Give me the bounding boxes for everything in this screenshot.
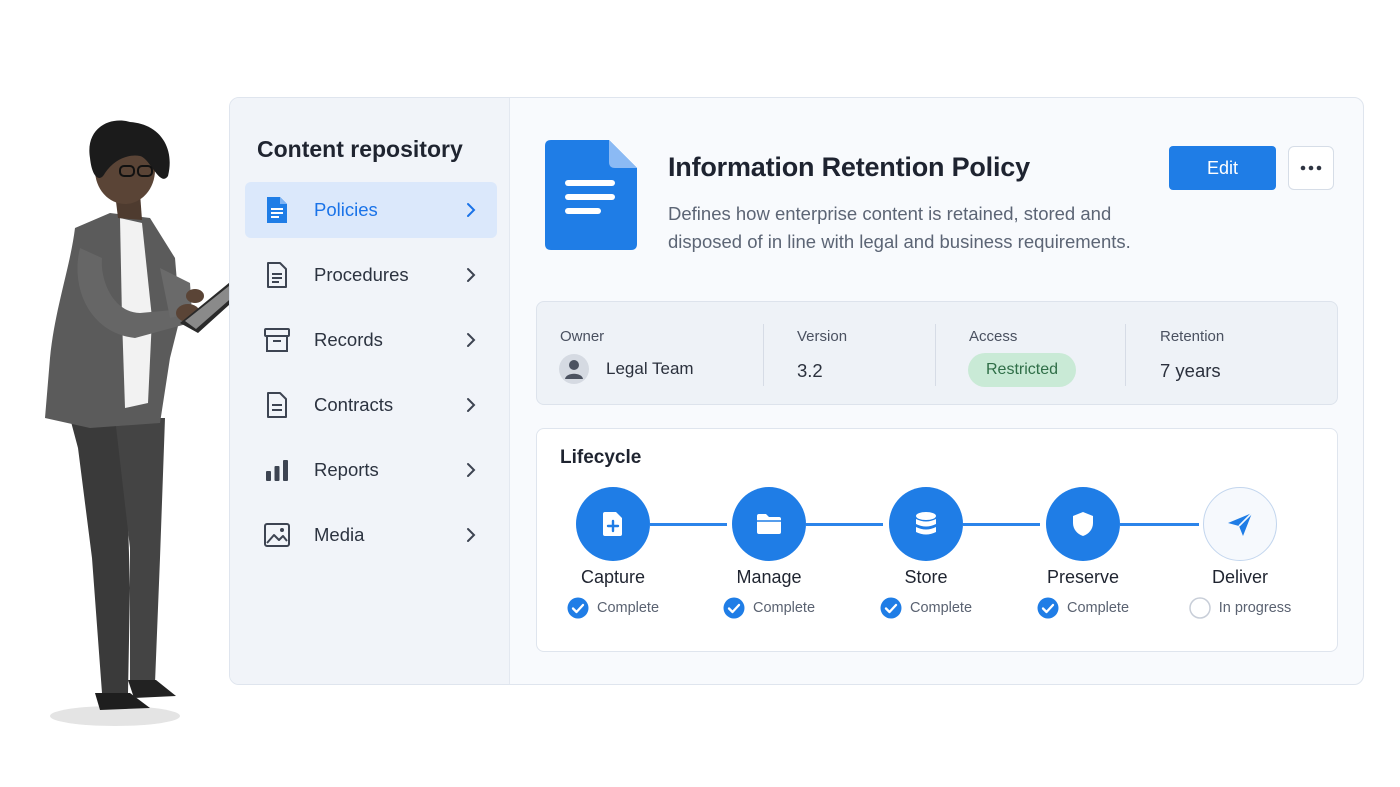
more-options-button[interactable] bbox=[1288, 146, 1334, 190]
empty-circle-icon bbox=[1188, 597, 1211, 619]
shield-icon bbox=[1073, 512, 1093, 536]
sidebar-item-label: Media bbox=[314, 524, 365, 545]
stage-status: Complete bbox=[1003, 597, 1163, 619]
document-icon bbox=[267, 197, 287, 223]
bar-chart-icon bbox=[266, 460, 288, 481]
check-circle-icon bbox=[567, 597, 589, 619]
lifecycle-connector bbox=[1120, 523, 1199, 526]
sidebar-item-label: Policies bbox=[314, 199, 378, 220]
check-circle-icon bbox=[880, 597, 902, 619]
stage-status: In progress bbox=[1160, 597, 1320, 619]
status-badge: Restricted bbox=[968, 353, 1077, 387]
lifecycle-connector bbox=[650, 523, 727, 526]
sidebar-title: Content repository bbox=[257, 136, 463, 162]
stage-name: Capture bbox=[580, 567, 646, 587]
sidebar-item-label: Records bbox=[314, 329, 383, 350]
content-repository-card: Content repository Policies Procedures R… bbox=[229, 97, 1364, 685]
document-metadata-panel: Owner Legal Team Version 3.2 Access Rest… bbox=[536, 301, 1338, 405]
stage-name: Manage bbox=[736, 567, 802, 587]
page-title: Information Retention Policy bbox=[668, 152, 1030, 182]
chevron-right-icon bbox=[467, 398, 476, 412]
access-label: Access bbox=[969, 328, 1018, 345]
file-add-icon bbox=[603, 512, 622, 536]
more-horizontal-icon bbox=[1300, 165, 1322, 171]
owner-label: Owner bbox=[560, 328, 605, 345]
chevron-right-icon bbox=[467, 203, 476, 217]
chevron-right-icon bbox=[467, 268, 476, 282]
sidebar-item-reports[interactable]: Reports bbox=[245, 442, 497, 498]
person-with-tablet-illustration bbox=[45, 120, 250, 726]
owner-value: Legal Team bbox=[606, 359, 694, 378]
document-icon bbox=[267, 262, 287, 288]
retention-label: Retention bbox=[1160, 328, 1225, 345]
avatar bbox=[559, 354, 589, 384]
version-field: Version 3.2 bbox=[764, 302, 936, 404]
sidebar-item-label: Procedures bbox=[314, 264, 409, 285]
lifecycle-panel: Lifecycle Capture Complete Manage Comple… bbox=[536, 428, 1338, 652]
stage-status-label: Complete bbox=[596, 600, 660, 616]
check-circle-icon bbox=[1037, 597, 1059, 619]
stage-status-label: Complete bbox=[909, 600, 973, 616]
document-large-icon bbox=[545, 140, 637, 250]
lifecycle-stage-circle bbox=[1046, 487, 1120, 561]
lifecycle-stage-circle bbox=[889, 487, 963, 561]
stage-status: Complete bbox=[689, 597, 849, 619]
lifecycle-stage-circle bbox=[1203, 487, 1277, 561]
chevron-right-icon bbox=[467, 463, 476, 477]
folder-icon bbox=[757, 514, 781, 534]
owner-field: Owner Legal Team bbox=[537, 302, 765, 404]
sidebar-item-label: Reports bbox=[314, 459, 379, 480]
sidebar-item-records[interactable]: Records bbox=[245, 312, 497, 368]
stage-name: Deliver bbox=[1211, 567, 1268, 587]
chevron-right-icon bbox=[467, 333, 476, 347]
lifecycle-connector bbox=[963, 523, 1040, 526]
document-icon bbox=[267, 392, 287, 418]
access-field: Access Restricted bbox=[936, 302, 1126, 404]
sidebar-item-contracts[interactable]: Contracts bbox=[245, 377, 497, 433]
chevron-right-icon bbox=[467, 528, 476, 542]
image-icon bbox=[264, 523, 290, 547]
document-description: Defines how enterprise content is retain… bbox=[668, 203, 1131, 252]
stage-status-label: Complete bbox=[1066, 600, 1130, 616]
lifecycle-connector bbox=[806, 523, 883, 526]
lifecycle-stage-circle bbox=[732, 487, 806, 561]
sidebar-item-policies[interactable]: Policies bbox=[245, 182, 497, 238]
version-label: Version bbox=[797, 328, 848, 345]
database-icon bbox=[916, 512, 936, 535]
lifecycle-title: Lifecycle bbox=[560, 447, 642, 468]
edit-button[interactable]: Edit bbox=[1169, 146, 1276, 190]
sidebar-item-procedures[interactable]: Procedures bbox=[245, 247, 497, 303]
lifecycle-stage-circle bbox=[576, 487, 650, 561]
stage-status-label: Complete bbox=[752, 600, 816, 616]
sidebar-item-media[interactable]: Media bbox=[245, 507, 497, 563]
stage-name: Preserve bbox=[1046, 567, 1120, 587]
sidebar-nav: Policies Procedures Records Contracts Re… bbox=[245, 182, 497, 572]
check-circle-icon bbox=[723, 597, 745, 619]
stage-status-label: In progress bbox=[1218, 600, 1292, 616]
retention-field: Retention 7 years bbox=[1126, 302, 1338, 404]
stage-name: Store bbox=[904, 567, 948, 587]
stage-status: Complete bbox=[533, 597, 693, 619]
send-icon bbox=[1228, 512, 1253, 536]
sidebar-item-label: Contracts bbox=[314, 394, 394, 415]
version-value: 3.2 bbox=[797, 360, 823, 381]
stage-status: Complete bbox=[846, 597, 1006, 619]
sidebar: Content repository Policies Procedures R… bbox=[230, 98, 510, 684]
archive-box-icon bbox=[264, 328, 290, 352]
retention-value: 7 years bbox=[1160, 360, 1221, 381]
